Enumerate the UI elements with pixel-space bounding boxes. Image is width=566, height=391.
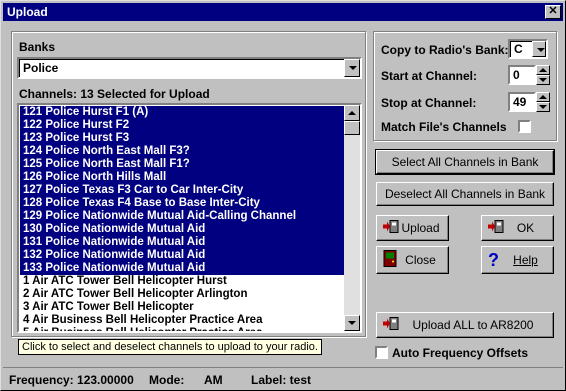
channel-list-rows: 121 Police Hurst F1 (A) 122 Police Hurst … bbox=[20, 106, 346, 331]
start-channel-field[interactable]: 0 bbox=[508, 65, 536, 85]
upload-all-label: Upload ALL to AR8200 bbox=[412, 318, 534, 332]
match-channels-checkbox[interactable] bbox=[518, 120, 531, 133]
spin-up-icon[interactable] bbox=[536, 92, 550, 102]
auto-freq-checkbox[interactable] bbox=[375, 346, 388, 359]
upload-label: Upload bbox=[401, 221, 440, 235]
channel-list-item[interactable]: 125 Police North East Mall F1? bbox=[20, 158, 346, 171]
auto-freq-label: Auto Frequency Offsets bbox=[392, 346, 529, 360]
select-all-button[interactable]: Select All Channels in Bank bbox=[375, 149, 555, 175]
channel-list-item[interactable]: 3 Air ATC Tower Bell Helicopter bbox=[20, 301, 346, 314]
close-icon[interactable]: ✕ bbox=[545, 5, 561, 19]
stop-channel-label: Stop at Channel: bbox=[381, 96, 477, 110]
chevron-down-icon[interactable] bbox=[344, 59, 360, 77]
spin-down-icon[interactable] bbox=[536, 75, 550, 85]
channel-list-item[interactable]: 121 Police Hurst F1 (A) bbox=[20, 106, 346, 119]
upload-all-button[interactable]: Upload ALL to AR8200 bbox=[376, 312, 554, 338]
match-channels-label: Match File's Channels bbox=[381, 120, 507, 134]
upload-button[interactable]: Upload bbox=[376, 215, 449, 241]
channel-list-item[interactable]: 130 Police Nationwide Mutual Aid bbox=[20, 223, 346, 236]
channel-list-item[interactable]: 4 Air Business Bell Helicopter Practice … bbox=[20, 314, 346, 327]
scroll-up-icon[interactable] bbox=[344, 105, 360, 121]
copy-bank-select[interactable]: C bbox=[508, 39, 548, 59]
channels-header: Channels: 13 Selected for Upload bbox=[19, 87, 210, 101]
status-mode-label: Mode: bbox=[149, 373, 185, 387]
status-label: Label: test bbox=[251, 373, 312, 387]
channel-list-item[interactable]: 5 Air Business Bell Helicopter Practice … bbox=[20, 327, 346, 331]
channels-tooltip: Click to select and deselect channels to… bbox=[18, 339, 322, 355]
deselect-all-label: Deselect All Channels in Bank bbox=[384, 187, 546, 201]
channel-list-item[interactable]: 128 Police Texas F4 Base to Base Inter-C… bbox=[20, 197, 346, 210]
channel-list-item[interactable]: 124 Police North East Mall F3? bbox=[20, 145, 346, 158]
scroll-thumb[interactable] bbox=[344, 121, 360, 135]
channel-list-item[interactable]: 131 Police Nationwide Mutual Aid bbox=[20, 236, 346, 249]
channel-list-item[interactable]: 127 Police Texas F3 Car to Car Inter-Cit… bbox=[20, 184, 346, 197]
banks-select[interactable]: Police bbox=[17, 57, 362, 79]
status-mode-value: AM bbox=[204, 373, 223, 387]
close-button[interactable]: Close bbox=[376, 246, 449, 274]
copy-bank-label: Copy to Radio's Bank: bbox=[381, 43, 509, 57]
channel-list-item[interactable]: 133 Police Nationwide Mutual Aid bbox=[20, 262, 346, 275]
window-title: Upload bbox=[7, 5, 48, 19]
ok-button[interactable]: OK bbox=[481, 215, 554, 241]
help-button[interactable]: ? Help bbox=[481, 246, 554, 274]
banks-selected-value: Police bbox=[23, 61, 59, 75]
channel-list-item[interactable]: 123 Police Hurst F3 bbox=[20, 132, 346, 145]
select-all-label: Select All Channels in Bank bbox=[391, 155, 539, 169]
copy-bank-value: C bbox=[514, 42, 523, 56]
stop-channel-field[interactable]: 49 bbox=[508, 92, 536, 112]
title-bar: Upload ✕ bbox=[3, 3, 563, 21]
start-channel-label: Start at Channel: bbox=[381, 69, 478, 83]
deselect-all-button[interactable]: Deselect All Channels in Bank bbox=[376, 182, 554, 206]
status-frequency: Frequency: 123.00000 bbox=[9, 373, 134, 387]
spin-up-icon[interactable] bbox=[536, 65, 550, 75]
channel-list-item[interactable]: 126 Police North Hills Mall bbox=[20, 171, 346, 184]
spin-down-icon[interactable] bbox=[536, 102, 550, 112]
channel-list-scrollbar[interactable] bbox=[344, 105, 360, 331]
help-label: Help bbox=[513, 253, 538, 267]
channel-list[interactable]: 121 Police Hurst F1 (A) 122 Police Hurst … bbox=[17, 103, 362, 333]
channel-list-item[interactable]: 1 Air ATC Tower Bell Helicopter Hurst bbox=[20, 275, 346, 288]
scroll-down-icon[interactable] bbox=[344, 315, 360, 331]
channel-list-item[interactable]: 122 Police Hurst F2 bbox=[20, 119, 346, 132]
close-label: Close bbox=[405, 253, 436, 267]
channel-list-item[interactable]: 129 Police Nationwide Mutual Aid-Calling… bbox=[20, 210, 346, 223]
channel-list-item[interactable]: 132 Police Nationwide Mutual Aid bbox=[20, 249, 346, 262]
upload-dialog: Upload ✕ Banks Police Channels: 13 Selec… bbox=[0, 0, 566, 391]
chevron-down-icon[interactable] bbox=[532, 41, 546, 57]
channel-list-item[interactable]: 2 Air ATC Tower Bell Helicopter Arlingto… bbox=[20, 288, 346, 301]
banks-label: Banks bbox=[19, 40, 56, 54]
ok-label: OK bbox=[516, 221, 535, 235]
status-bar: Frequency: 123.00000 Mode: AM Label: tes… bbox=[3, 367, 563, 389]
